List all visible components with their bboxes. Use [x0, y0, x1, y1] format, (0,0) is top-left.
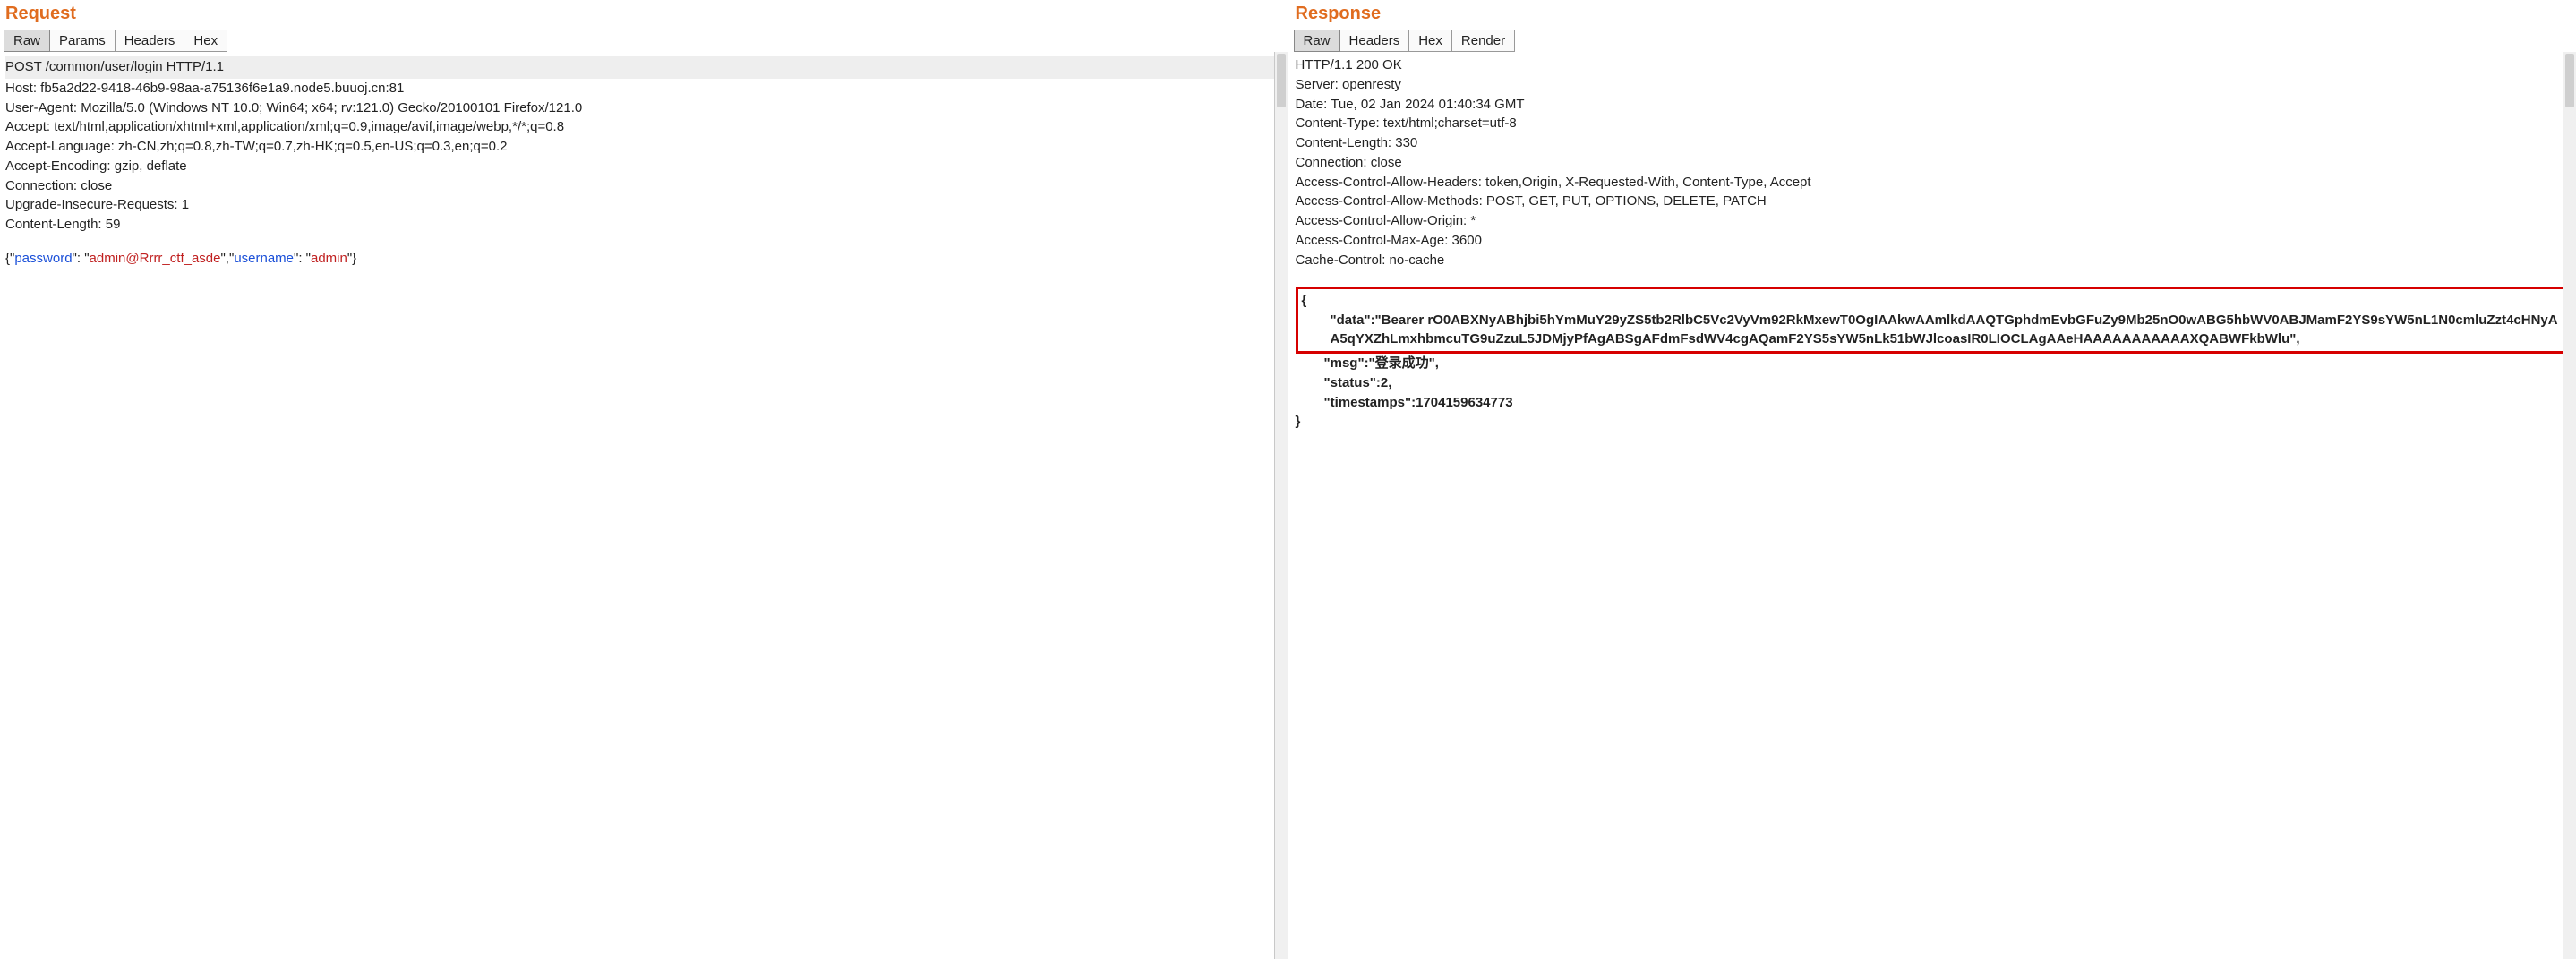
request-body: {"password": "admin@Rrrr_ctf_asde","user… [5, 249, 1282, 269]
response-body-data: "data":"Bearer rO0ABXNyABhjbi5hYmMuY29yZ… [1302, 311, 2565, 350]
request-header-line: Connection: close [5, 176, 1282, 196]
body-val-password: admin@Rrrr_ctf_asde [90, 251, 221, 266]
body-key-password: password [14, 251, 72, 266]
body-sep: "," [220, 251, 234, 266]
request-header-line: User-Agent: Mozilla/5.0 (Windows NT 10.0… [5, 98, 1282, 118]
response-header-line: Connection: close [1296, 153, 2572, 173]
response-body-highlight-box: { "data":"Bearer rO0ABXNyABhjbi5hYmMuY29… [1296, 287, 2572, 354]
response-blank-line [1296, 270, 2572, 285]
response-start-line: HTTP/1.1 200 OK [1296, 56, 2572, 75]
response-pane: Response Raw Headers Hex Render HTTP/1.1… [1288, 0, 2576, 959]
response-scrollbar[interactable] [2563, 52, 2576, 959]
tab-request-headers[interactable]: Headers [116, 30, 185, 52]
response-title: Response [1290, 0, 2576, 30]
response-header-line: Access-Control-Max-Age: 3600 [1296, 231, 2572, 251]
body-mid1: ": " [73, 251, 90, 266]
response-content-wrap: HTTP/1.1 200 OK Server: openrestyDate: T… [1290, 52, 2576, 959]
tab-response-render[interactable]: Render [1452, 30, 1515, 52]
response-body-timestamps: "timestamps":1704159634773 [1296, 393, 2572, 413]
response-header-line: Content-Type: text/html;charset=utf-8 [1296, 114, 2572, 133]
response-header-line: Access-Control-Allow-Methods: POST, GET,… [1296, 192, 2572, 211]
response-header-line: Content-Length: 330 [1296, 133, 2572, 153]
response-scrollbar-thumb[interactable] [2565, 54, 2574, 107]
body-open: {" [5, 251, 14, 266]
response-body-status: "status":2, [1296, 373, 2572, 393]
tab-request-params[interactable]: Params [50, 30, 116, 52]
request-tabs: Raw Params Headers Hex [0, 30, 1288, 52]
request-start-line: POST /common/user/login HTTP/1.1 [5, 56, 1282, 79]
request-header-line: Content-Length: 59 [5, 215, 1282, 235]
tab-response-raw[interactable]: Raw [1294, 30, 1340, 52]
response-header-line: Cache-Control: no-cache [1296, 251, 2572, 270]
request-header-line: Accept: text/html,application/xhtml+xml,… [5, 117, 1282, 137]
request-scrollbar[interactable] [1274, 52, 1288, 959]
request-header-line: Accept-Encoding: gzip, deflate [5, 157, 1282, 176]
response-tabs: Raw Headers Hex Render [1290, 30, 2576, 52]
request-content-wrap: POST /common/user/login HTTP/1.1 Host: f… [0, 52, 1288, 959]
body-close: "} [347, 251, 356, 266]
tab-response-headers[interactable]: Headers [1340, 30, 1410, 52]
request-scrollbar-thumb[interactable] [1277, 54, 1286, 107]
split-container: Request Raw Params Headers Hex POST /com… [0, 0, 2576, 959]
body-val-username: admin [311, 251, 347, 266]
request-header-line: Host: fb5a2d22-9418-46b9-98aa-a75136f6e1… [5, 79, 1282, 98]
tab-response-hex[interactable]: Hex [1409, 30, 1452, 52]
response-headers-block: Server: openrestyDate: Tue, 02 Jan 2024 … [1296, 75, 2572, 270]
response-body-close: } [1296, 412, 2572, 432]
body-key-username: username [234, 251, 294, 266]
response-header-line: Access-Control-Allow-Origin: * [1296, 211, 2572, 231]
body-mid2: ": " [294, 251, 311, 266]
response-body-msg: "msg":"登录成功", [1296, 354, 2572, 373]
tab-request-hex[interactable]: Hex [184, 30, 227, 52]
request-content[interactable]: POST /common/user/login HTTP/1.1 Host: f… [0, 52, 1288, 959]
response-header-line: Access-Control-Allow-Headers: token,Orig… [1296, 173, 2572, 193]
tab-request-raw[interactable]: Raw [4, 30, 50, 52]
response-body-after: "msg":"登录成功", "status":2, "timestamps":1… [1296, 354, 2572, 432]
response-body-open: { [1302, 291, 2565, 311]
request-header-line: Upgrade-Insecure-Requests: 1 [5, 195, 1282, 215]
response-header-line: Server: openresty [1296, 75, 2572, 95]
response-header-line: Date: Tue, 02 Jan 2024 01:40:34 GMT [1296, 95, 2572, 115]
request-blank-line [5, 235, 1282, 250]
request-header-line: Accept-Language: zh-CN,zh;q=0.8,zh-TW;q=… [5, 137, 1282, 157]
request-headers-block: Host: fb5a2d22-9418-46b9-98aa-a75136f6e1… [5, 79, 1282, 235]
request-title: Request [0, 0, 1288, 30]
request-pane: Request Raw Params Headers Hex POST /com… [0, 0, 1288, 959]
response-content[interactable]: HTTP/1.1 200 OK Server: openrestyDate: T… [1290, 52, 2576, 959]
